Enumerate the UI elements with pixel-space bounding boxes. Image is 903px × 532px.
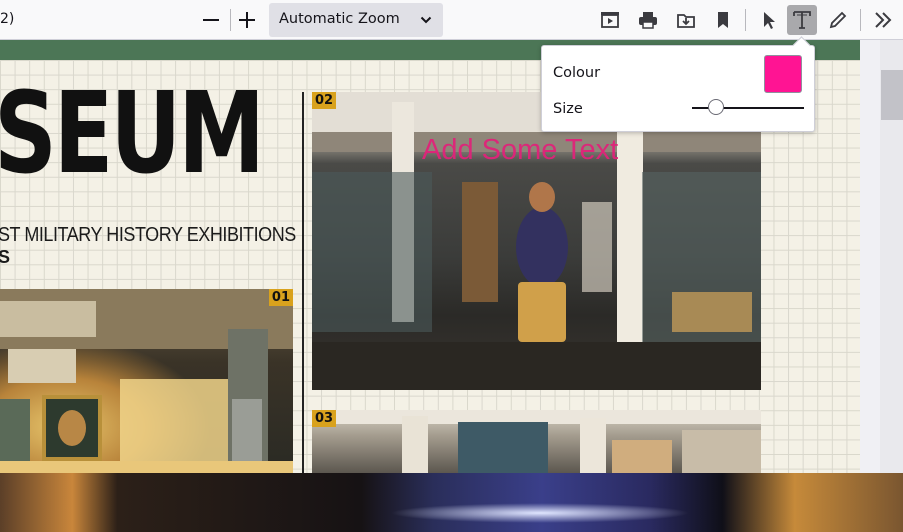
free-text-annotation[interactable]: Add Some Text [422, 134, 618, 167]
photo-number-badge: 02 [312, 92, 337, 109]
colour-label: Colour [553, 65, 601, 81]
cursor-icon [764, 12, 775, 29]
text-tool-button[interactable] [787, 5, 817, 35]
pencil-icon [829, 11, 847, 29]
next-page-photo-strip [0, 473, 903, 532]
select-cursor-button[interactable] [753, 5, 783, 35]
toolbar: 2) Automatic Zoom [0, 0, 903, 40]
zoom-select-value: Automatic Zoom [279, 11, 400, 27]
bookmark-icon [718, 12, 728, 28]
photo-03: 03 [312, 410, 761, 473]
column-divider [302, 92, 304, 473]
toolbar-separator [230, 9, 231, 31]
page-indicator: 2) [0, 11, 15, 27]
size-label: Size [553, 101, 583, 117]
photo-number-badge: 01 [268, 289, 293, 306]
photo-01-illustration [0, 289, 293, 473]
text-tool-icon [793, 11, 811, 29]
photo-light-reflection [390, 503, 690, 523]
size-slider-thumb[interactable] [708, 99, 725, 115]
page-subheading: ST MILITARY HISTORY EXHIBITIONS [0, 224, 296, 246]
minus-icon [203, 19, 219, 21]
text-annotation-editor: Colour Size [541, 36, 815, 132]
photo-01: 01 [0, 289, 293, 473]
save-button[interactable] [671, 5, 701, 35]
photo-number-badge: 03 [312, 410, 337, 427]
toolbar-separator [860, 9, 861, 31]
presentation-icon [601, 12, 619, 28]
vertical-scrollbar[interactable] [860, 40, 903, 473]
double-chevron-icon [875, 12, 892, 28]
toolbar-separator [745, 9, 746, 31]
chevron-down-icon [420, 16, 432, 24]
print-icon [639, 12, 657, 29]
plus-icon [239, 12, 255, 28]
presentation-mode-button[interactable] [595, 5, 625, 35]
print-button[interactable] [633, 5, 663, 35]
page-headline: SEUM [0, 69, 265, 199]
zoom-in-button[interactable] [232, 5, 262, 35]
draw-button[interactable] [823, 5, 853, 35]
page-subheading-second-line: S [0, 247, 11, 267]
save-download-icon [677, 14, 695, 28]
more-tools-button[interactable] [868, 5, 898, 35]
photo-03-illustration [312, 410, 761, 473]
colour-swatch-button[interactable] [764, 55, 802, 93]
zoom-select[interactable]: Automatic Zoom [269, 3, 443, 37]
bookmark-button[interactable] [708, 5, 738, 35]
scrollbar-thumb[interactable] [881, 70, 903, 120]
zoom-out-button[interactable] [196, 5, 226, 35]
